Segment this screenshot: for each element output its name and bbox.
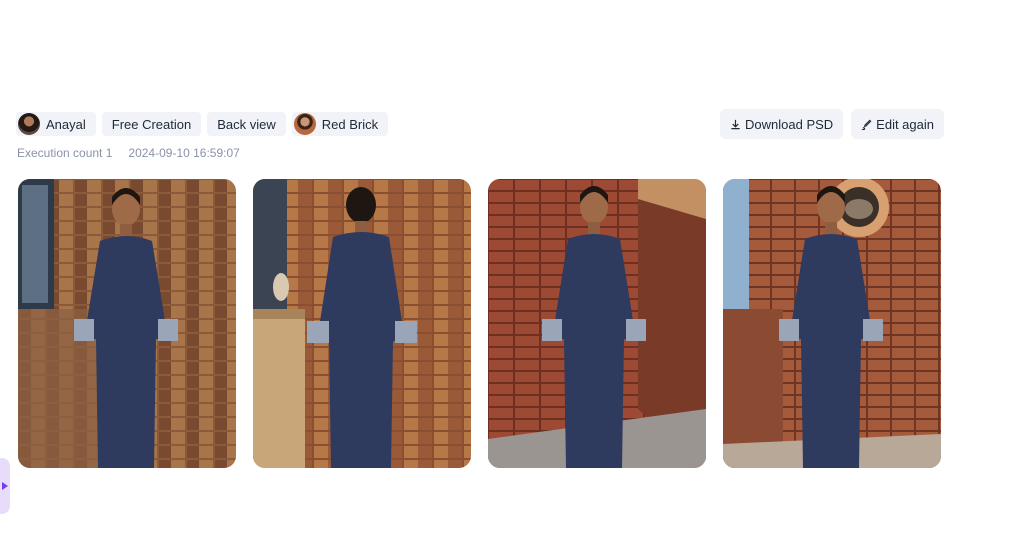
tag-label: Anayal — [46, 116, 86, 132]
tag-row: Anayal Free Creation Back view Red Brick — [16, 112, 389, 136]
result-image-2[interactable] — [253, 179, 471, 468]
tag-back-view[interactable]: Back view — [207, 112, 286, 136]
tag-anayal[interactable]: Anayal — [16, 112, 96, 136]
edit-again-label: Edit again — [876, 116, 934, 132]
action-bar: Download PSD Edit again — [720, 109, 944, 139]
tag-label: Red Brick — [321, 116, 379, 132]
tag-red-brick[interactable]: Red Brick — [291, 112, 389, 136]
person-avatar — [18, 113, 40, 135]
tag-label: Free Creation — [111, 116, 192, 132]
execution-count: Execution count 1 — [17, 146, 113, 160]
download-psd-button[interactable]: Download PSD — [720, 109, 844, 139]
download-icon — [731, 119, 740, 129]
execution-timestamp: 2024-09-10 16:59:07 — [128, 146, 240, 160]
tag-label: Back view — [217, 116, 276, 132]
expand-panel-tab[interactable] — [0, 458, 10, 514]
result-gallery — [18, 179, 941, 468]
result-image-1[interactable] — [18, 179, 236, 468]
result-image-4[interactable] — [723, 179, 941, 468]
execution-meta: Execution count 1 2024-09-10 16:59:07 — [17, 146, 240, 160]
download-psd-label: Download PSD — [745, 116, 834, 132]
play-arrow-icon — [2, 482, 8, 490]
tag-free-creation[interactable]: Free Creation — [101, 112, 202, 136]
brush-icon — [862, 119, 872, 130]
brick-avatar — [293, 113, 316, 135]
edit-again-button[interactable]: Edit again — [851, 109, 944, 139]
result-image-3[interactable] — [488, 179, 706, 468]
